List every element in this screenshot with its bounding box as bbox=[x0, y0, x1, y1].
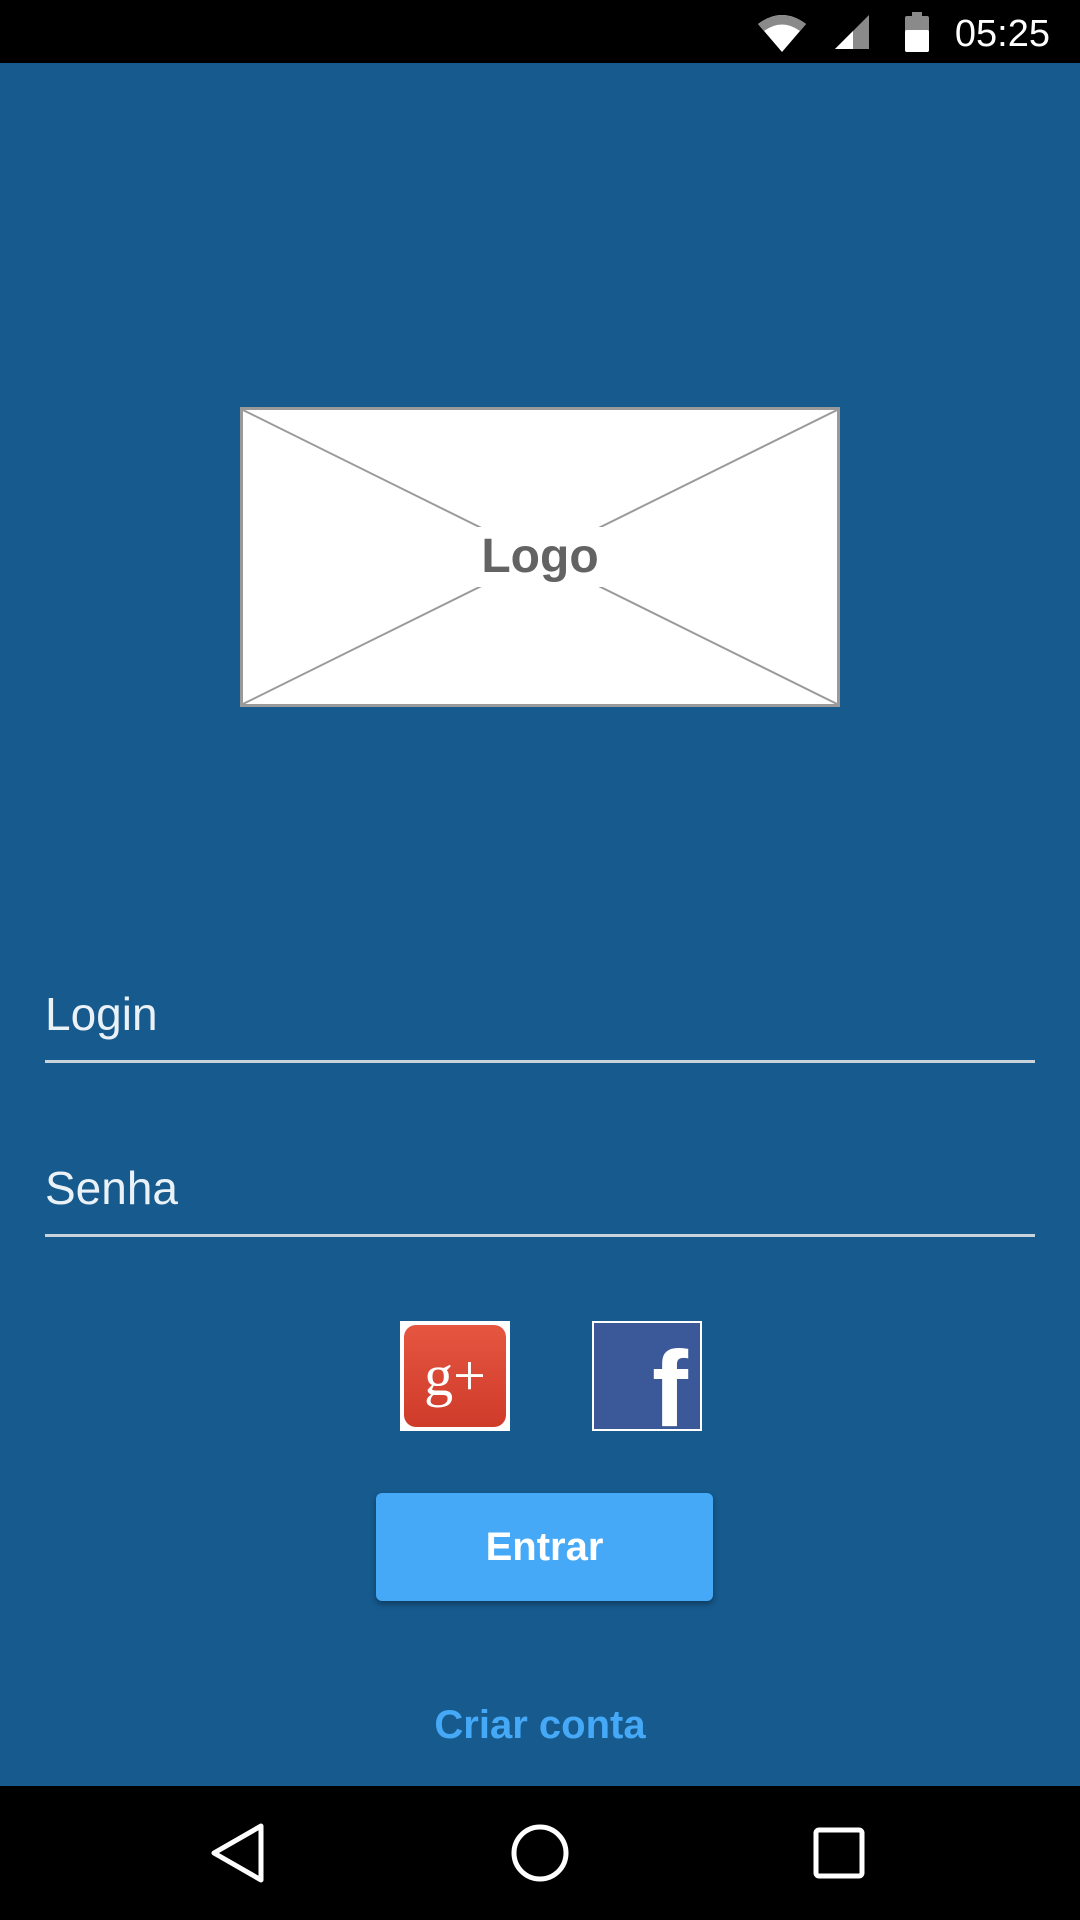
logo-placeholder: Logo bbox=[240, 407, 840, 707]
facebook-icon: f bbox=[652, 1328, 688, 1431]
google-plus-icon: g+ bbox=[404, 1325, 506, 1427]
login-input[interactable] bbox=[45, 982, 1035, 1046]
recents-icon bbox=[813, 1827, 865, 1879]
google-plus-login-button[interactable]: g+ bbox=[400, 1321, 510, 1431]
main-content: Logo g+ f Entrar Criar conta bbox=[0, 63, 1080, 1786]
status-time: 05:25 bbox=[954, 13, 1050, 55]
google-plus-glyph: g+ bbox=[424, 1343, 486, 1408]
home-button[interactable] bbox=[473, 1786, 607, 1920]
back-icon bbox=[211, 1823, 264, 1883]
wifi-icon bbox=[752, 0, 812, 63]
login-screen: 05:25 Logo g+ f Entrar Criar conta bbox=[0, 0, 1080, 1920]
logo-label: Logo bbox=[473, 527, 607, 587]
cellular-signal-icon bbox=[832, 0, 872, 63]
home-icon bbox=[511, 1824, 569, 1882]
create-account-link[interactable]: Criar conta bbox=[434, 1703, 645, 1747]
status-bar: 05:25 bbox=[0, 0, 1080, 63]
navigation-bar bbox=[0, 1786, 1080, 1920]
recents-button[interactable] bbox=[772, 1786, 906, 1920]
login-submit-button[interactable]: Entrar bbox=[376, 1493, 713, 1601]
battery-icon bbox=[902, 0, 932, 63]
password-field bbox=[45, 1137, 1035, 1237]
facebook-login-button[interactable]: f bbox=[592, 1321, 702, 1431]
back-button[interactable] bbox=[170, 1786, 304, 1920]
create-account-row: Criar conta bbox=[0, 1703, 1080, 1748]
login-field bbox=[45, 963, 1035, 1063]
password-input[interactable] bbox=[45, 1156, 1035, 1220]
